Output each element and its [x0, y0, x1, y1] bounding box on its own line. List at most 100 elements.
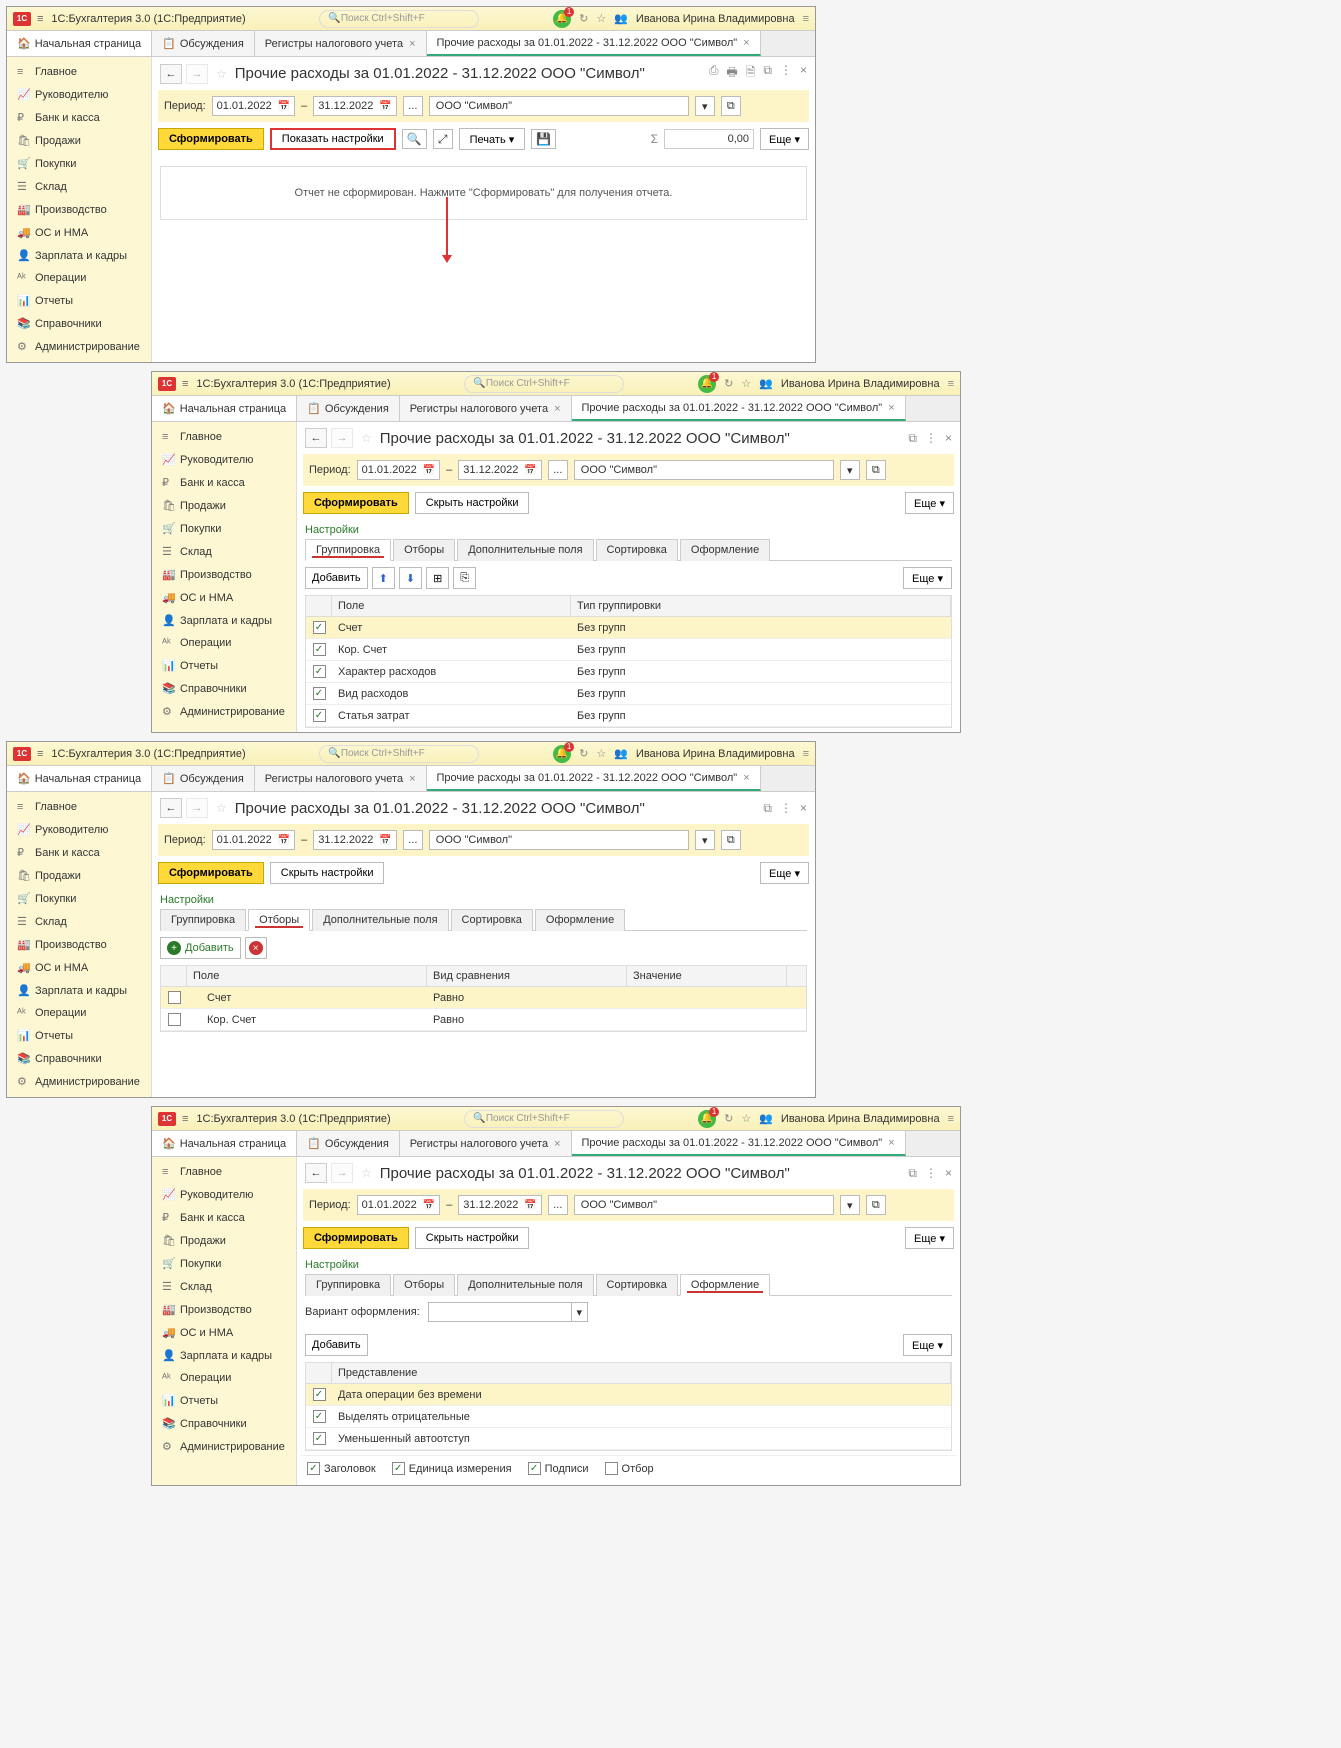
favorite-icon[interactable]: ☆	[216, 801, 227, 815]
notification-icon[interactable]: 🔔	[698, 375, 716, 393]
sidebar-item[interactable]: 🛍Продажи	[152, 1229, 296, 1252]
window-menu-icon[interactable]: ≡	[803, 13, 809, 25]
sidebar-item-sales[interactable]: 🛍Продажи	[7, 129, 151, 152]
add-button[interactable]: Добавить	[305, 567, 368, 589]
link-icon[interactable]: ⧉	[908, 431, 917, 446]
sidebar-item-operations[interactable]: ᴬᵏОперации	[7, 267, 151, 289]
checkbox[interactable]: ✓	[168, 991, 181, 1004]
close-icon[interactable]: ×	[800, 801, 807, 816]
sidebar-item[interactable]: 🛒Покупки	[152, 1252, 296, 1275]
calendar-icon[interactable]: 📅	[278, 101, 290, 112]
window-menu-icon[interactable]: ≡	[948, 1113, 954, 1125]
sidebar-item[interactable]: ₽Банк и касса	[152, 1206, 296, 1229]
tab-report[interactable]: Прочие расходы за 01.01.2022 - 31.12.202…	[572, 396, 906, 421]
hide-settings-button[interactable]: Скрыть настройки	[415, 1227, 530, 1249]
close-icon[interactable]: ×	[800, 63, 807, 84]
tab-report[interactable]: Прочие расходы за 01.01.2022 - 31.12.202…	[572, 1131, 906, 1156]
menu-icon[interactable]: ≡	[182, 1113, 188, 1125]
back-button[interactable]: ←	[160, 798, 182, 818]
favorite-icon[interactable]: ☆	[361, 431, 372, 445]
checkbox[interactable]: ✓	[392, 1462, 405, 1475]
calendar-icon[interactable]: 📅	[379, 835, 391, 846]
close-icon[interactable]: ×	[743, 37, 749, 49]
table-row[interactable]: ✓Уменьшенный автоотступ	[306, 1428, 951, 1450]
checkbox[interactable]: ✓	[528, 1462, 541, 1475]
generate-button[interactable]: Сформировать	[303, 1227, 409, 1249]
star-icon[interactable]: ☆	[596, 747, 606, 760]
tab-registers[interactable]: Регистры налогового учета×	[400, 1131, 572, 1156]
global-search[interactable]: 🔍 Поиск Ctrl+Shift+F	[319, 745, 479, 763]
favorite-icon[interactable]: ☆	[361, 1166, 372, 1180]
footer-check[interactable]: ✓Подписи	[528, 1462, 589, 1475]
generate-button[interactable]: Сформировать	[158, 862, 264, 884]
history-icon[interactable]: ↻	[724, 377, 733, 390]
period-picker-button[interactable]: ...	[548, 460, 568, 480]
hide-settings-button[interactable]: Скрыть настройки	[270, 862, 385, 884]
tab-discussions[interactable]: 📋 Обсуждения	[152, 766, 255, 791]
checkbox[interactable]: ✓	[313, 687, 326, 700]
save-icon[interactable]: 🗎	[746, 63, 756, 84]
tab-design[interactable]: Оформление	[680, 1274, 770, 1296]
sidebar-item[interactable]: ₽Банк и касса	[7, 841, 151, 864]
date-from-input[interactable]: 01.01.2022📅	[357, 1195, 441, 1215]
favorite-icon[interactable]: ☆	[216, 67, 227, 81]
more-button[interactable]: Еще ▾	[905, 492, 954, 514]
date-from-input[interactable]: 01.01.2022📅	[357, 460, 441, 480]
table-row[interactable]: ✓Дата операции без времени	[306, 1384, 951, 1406]
footer-check[interactable]: ✓Заголовок	[307, 1462, 376, 1475]
forward-button[interactable]: →	[186, 64, 208, 84]
sidebar-item[interactable]: 📊Отчеты	[7, 1024, 151, 1047]
sidebar-item[interactable]: ₽Банк и касса	[152, 471, 296, 494]
link-icon[interactable]: ⧉	[763, 63, 772, 84]
org-open-button[interactable]: ⧉	[866, 1195, 886, 1215]
sidebar-item[interactable]: 👤Зарплата и кадры	[152, 609, 296, 632]
org-select[interactable]: ООО "Символ"	[429, 830, 689, 850]
preview-icon[interactable]: ⎙	[709, 63, 719, 84]
sidebar-item[interactable]: ☰Склад	[152, 1275, 296, 1298]
sidebar-item[interactable]: 📊Отчеты	[152, 1389, 296, 1412]
checkbox[interactable]: ✓	[307, 1462, 320, 1475]
sidebar-item-production[interactable]: 🏭Производство	[7, 198, 151, 221]
more-button[interactable]: Еще ▾	[903, 1334, 952, 1356]
back-button[interactable]: ←	[160, 64, 182, 84]
org-select[interactable]: ООО "Символ"	[574, 460, 834, 480]
org-dropdown-button[interactable]: ▾	[695, 96, 715, 116]
window-menu-icon[interactable]: ≡	[803, 748, 809, 760]
star-icon[interactable]: ☆	[741, 377, 751, 390]
checkbox[interactable]: ✓	[313, 621, 326, 634]
user-name[interactable]: Иванова Ирина Владимировна	[781, 378, 940, 390]
calendar-icon[interactable]: 📅	[423, 465, 435, 476]
table-row[interactable]: ✓Выделять отрицательные	[306, 1406, 951, 1428]
sidebar-item[interactable]: 🛒Покупки	[7, 887, 151, 910]
move-up-button[interactable]: ⬆	[372, 567, 395, 589]
tab-home[interactable]: 🏠 Начальная страница	[152, 1131, 297, 1156]
tab-discussions[interactable]: 📋 Обсуждения	[152, 31, 255, 56]
more-button[interactable]: Еще ▾	[903, 567, 952, 589]
print-icon[interactable]: 🖶	[726, 63, 737, 84]
close-icon[interactable]: ×	[743, 772, 749, 784]
sidebar-item[interactable]: 🚚ОС и НМА	[152, 586, 296, 609]
more-button[interactable]: Еще ▾	[760, 862, 809, 884]
sidebar-item[interactable]: 🛒Покупки	[152, 517, 296, 540]
sidebar-item[interactable]: 🛍Продажи	[152, 494, 296, 517]
sidebar-item[interactable]: 📚Справочники	[152, 677, 296, 700]
sidebar-item-reports[interactable]: 📊Отчеты	[7, 289, 151, 312]
tab-discussions[interactable]: 📋 Обсуждения	[297, 1131, 400, 1156]
history-icon[interactable]: ↻	[724, 1112, 733, 1125]
variant-select[interactable]: ▾	[428, 1302, 588, 1322]
global-search[interactable]: 🔍 Поиск Ctrl+Shift+F	[464, 1110, 624, 1128]
menu-icon[interactable]: ≡	[37, 748, 43, 760]
menu-icon[interactable]: ≡	[37, 13, 43, 25]
more-icon[interactable]: ⋮	[925, 431, 937, 446]
back-button[interactable]: ←	[305, 1163, 327, 1183]
table-row[interactable]: ✓СчетРавно	[161, 987, 806, 1009]
link-icon[interactable]: ⧉	[763, 801, 772, 816]
tab-grouping[interactable]: Группировка	[305, 1274, 391, 1296]
tab-grouping[interactable]: Группировка	[305, 539, 391, 561]
tab-filters[interactable]: Отборы	[393, 539, 455, 561]
tab-report[interactable]: Прочие расходы за 01.01.2022 - 31.12.202…	[427, 766, 761, 791]
tab-filters[interactable]: Отборы	[248, 909, 310, 931]
sidebar-item-purchases[interactable]: 🛒Покупки	[7, 152, 151, 175]
date-to-input[interactable]: 31.12.2022📅	[313, 830, 397, 850]
checkbox[interactable]: ✓	[605, 1462, 618, 1475]
